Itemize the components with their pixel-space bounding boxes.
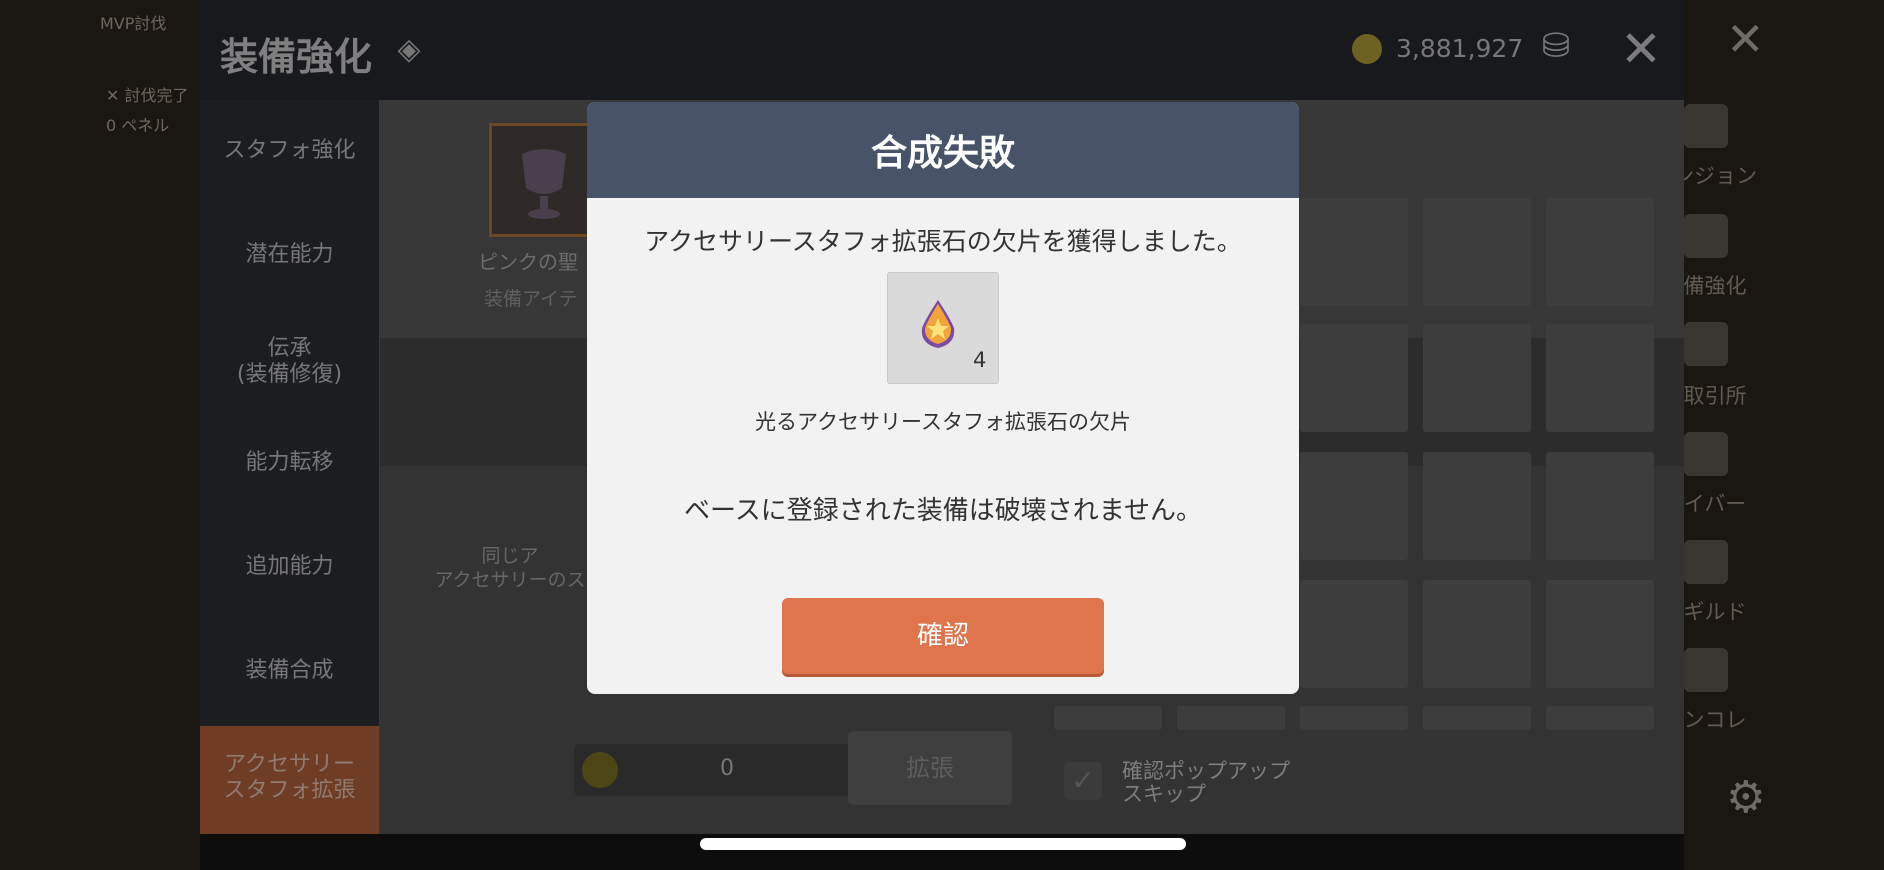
currency-value: 3,881,927 [1396,34,1524,63]
material-slot[interactable] [1546,452,1654,560]
dialog-title: 合成失敗 [870,133,1015,174]
sidebar-item-additional-ability[interactable]: 追加能力 [200,554,379,580]
anvil-icon [1684,214,1728,258]
lion-icon [1684,432,1728,476]
description-line: アクセサリーのス [434,569,586,591]
synthesis-result-dialog: 合成失敗 アクセサリースタフォ拡張石の欠片を獲得しました。 4 光るアクセサリー… [587,102,1299,694]
goblet-icon [522,149,566,219]
item-name: 光るアクセサリースタフォ拡張石の欠片 [755,410,1131,434]
material-slot[interactable] [1300,198,1408,306]
description-text: 同じア アクセサリーのス [420,544,600,592]
cost-value: 0 [720,756,734,781]
gear-icon: ⚙ [1726,772,1766,823]
guild-banner-icon [1684,540,1728,584]
close-icon[interactable]: ✕ [1620,22,1662,76]
equipment-slot[interactable] [489,123,599,237]
sidebar-item-star-force[interactable]: スタフォ強化 [200,138,379,164]
star-stone-fragment-icon [921,300,955,348]
dialog-note: ベースに登録された装備は破壊されません。 [684,496,1202,526]
page-title: 装備強化 [220,35,373,79]
material-slot[interactable] [1423,324,1531,432]
info-icon[interactable]: ◈ [389,30,429,70]
item-count: 4 [973,348,987,372]
equipment-type: 装備アイテ [484,288,578,310]
expand-button[interactable]: 拡張 [848,731,1012,805]
material-slot[interactable] [1054,706,1162,730]
equipment-name: ピンクの聖 [478,250,578,274]
sidebar-item-accessory-expand[interactable]: アクセサリー スタフォ拡張 [200,726,379,834]
material-slot[interactable] [1423,706,1531,730]
background-text: 0 ペネル [106,116,170,135]
confirm-button[interactable]: 確認 [782,598,1104,674]
description-line: 同じア [481,545,539,567]
sidebar-item-ability-transfer[interactable]: 能力転移 [200,450,379,476]
material-slot[interactable] [1423,452,1531,560]
material-slot[interactable] [1300,452,1408,560]
material-slot[interactable] [1300,324,1408,432]
material-slot[interactable] [1300,706,1408,730]
home-indicator[interactable] [700,838,1186,850]
sidebar-item-synthesis[interactable]: 装備合成 [200,658,379,684]
sidebar-item-inheritance[interactable]: 伝承 (装備修復) [200,336,379,388]
sidebar-item-potential[interactable]: 潜在能力 [200,242,379,268]
material-slot[interactable] [1423,580,1531,688]
material-slot[interactable] [1300,580,1408,688]
background-left [0,0,200,870]
background-close-icon: ✕ [1726,12,1765,66]
material-slot[interactable] [1423,198,1531,306]
coin-icon [582,752,618,788]
dungeon-icon [1684,104,1728,148]
background-text: ✕ 討伐完了 [106,86,189,105]
scale-icon [1684,322,1728,366]
material-slot[interactable] [1546,324,1654,432]
dialog-message: アクセサリースタフォ拡張石の欠片を獲得しました。 [644,227,1242,256]
skip-popup-checkbox[interactable]: ✓ [1064,762,1102,800]
background-text: MVP討伐 [100,14,167,33]
coin-icon [1352,34,1382,64]
coin-settings-icon[interactable]: ⛁ [1532,26,1580,74]
material-slot[interactable] [1546,580,1654,688]
material-slot[interactable] [1546,706,1654,730]
material-slot[interactable] [1546,198,1654,306]
skip-popup-label: 確認ポップアップ スキップ [1122,759,1290,806]
material-slot[interactable] [1177,706,1285,730]
bookmark-icon [1684,648,1728,692]
